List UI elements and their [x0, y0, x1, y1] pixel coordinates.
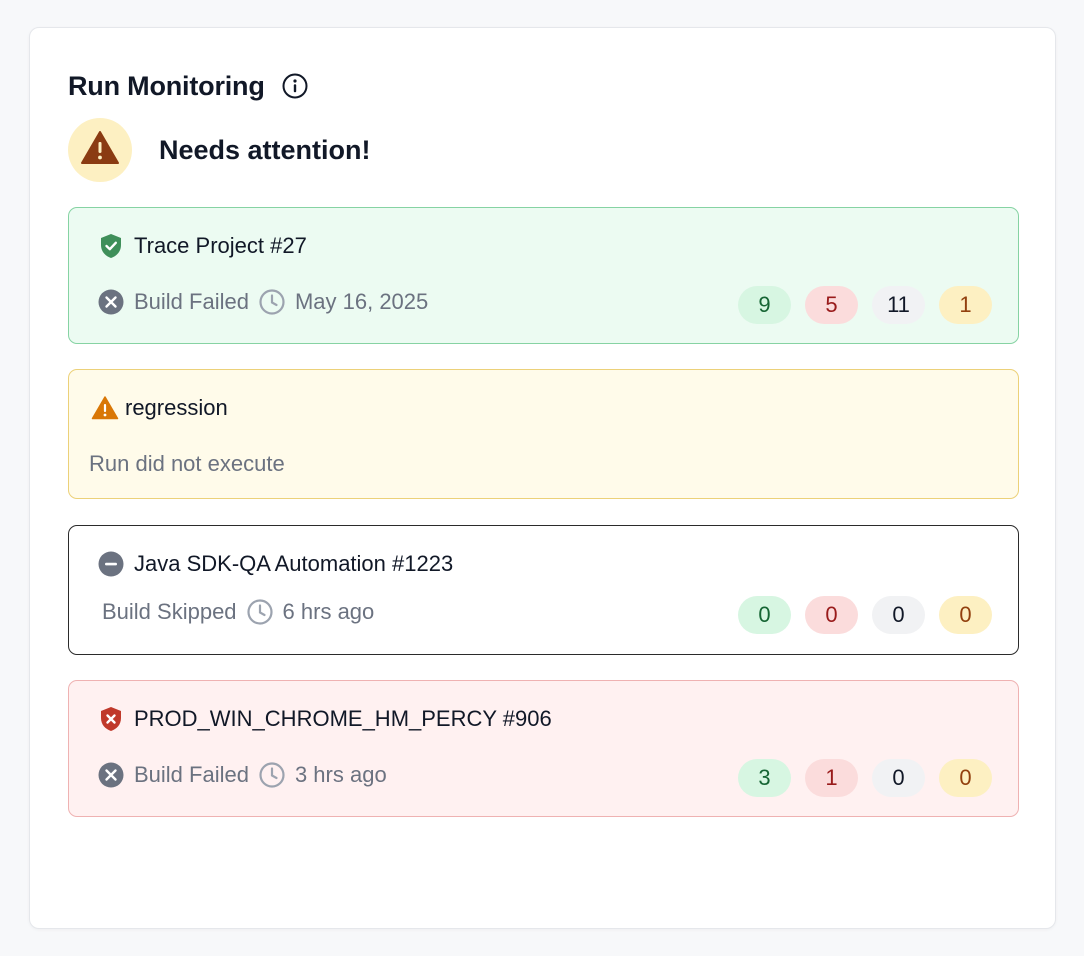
build-status: Build Skipped: [102, 599, 237, 624]
run-title[interactable]: PROD_WIN_CHROME_HM_PERCY #906: [134, 706, 552, 732]
run-meta: Build Skipped 6 hrs ago: [102, 597, 374, 627]
run-meta: Build Failed 3 hrs ago: [97, 760, 387, 790]
result-counts: 0 0 0 0: [738, 596, 992, 634]
run-time: 6 hrs ago: [282, 599, 375, 624]
clock-icon: [246, 598, 274, 626]
shield-x-icon: [97, 705, 125, 733]
passed-count: 3: [738, 759, 791, 797]
run-header: Trace Project #27: [97, 231, 307, 261]
run-header: PROD_WIN_CHROME_HM_PERCY #906: [97, 704, 552, 734]
skipped-count: 0: [872, 759, 925, 797]
info-icon[interactable]: [281, 72, 309, 100]
x-circle-icon: [97, 288, 125, 316]
run-title[interactable]: regression: [125, 395, 228, 421]
attention-banner: Needs attention!: [68, 118, 371, 182]
run-card[interactable]: regression Run did not execute: [68, 369, 1019, 499]
run-card[interactable]: Java SDK-QA Automation #1223 Build Skipp…: [68, 525, 1019, 655]
skipped-count: 11: [872, 286, 925, 324]
attention-text: Needs attention!: [159, 134, 371, 165]
run-time: 3 hrs ago: [294, 762, 387, 787]
run-title[interactable]: Java SDK-QA Automation #1223: [134, 551, 453, 577]
unknown-count: 0: [939, 759, 992, 797]
unknown-count: 0: [939, 596, 992, 634]
skipped-count: 0: [872, 596, 925, 634]
run-header: Java SDK-QA Automation #1223: [97, 549, 453, 579]
unknown-count: 1: [939, 286, 992, 324]
run-message: Run did not execute: [89, 449, 285, 479]
warning-badge: [68, 118, 132, 182]
result-counts: 3 1 0 0: [738, 759, 992, 797]
build-status: Build Failed: [134, 289, 249, 314]
failed-count: 0: [805, 596, 858, 634]
clock-icon: [258, 288, 286, 316]
clock-icon: [258, 761, 286, 789]
run-time: May 16, 2025: [294, 289, 429, 314]
card-title: Run Monitoring: [68, 70, 265, 101]
warning-icon: [80, 130, 120, 171]
shield-check-icon: [97, 232, 125, 260]
run-card[interactable]: PROD_WIN_CHROME_HM_PERCY #906 Build Fail…: [68, 680, 1019, 817]
run-header: regression: [91, 393, 228, 423]
passed-count: 0: [738, 596, 791, 634]
run-card[interactable]: Trace Project #27 Build Failed May 16, 2…: [68, 207, 1019, 344]
run-monitoring-card: Run Monitoring Needs attention! Trace Pr…: [29, 27, 1056, 929]
result-counts: 9 5 11 1: [738, 286, 992, 324]
failed-count: 1: [805, 759, 858, 797]
x-circle-icon: [97, 761, 125, 789]
warning-icon: [91, 394, 119, 422]
run-title[interactable]: Trace Project #27: [134, 233, 307, 259]
failed-count: 5: [805, 286, 858, 324]
run-message-text: Run did not execute: [89, 451, 285, 476]
card-header: Run Monitoring: [68, 70, 309, 102]
build-status: Build Failed: [134, 762, 249, 787]
run-meta: Build Failed May 16, 2025: [97, 287, 428, 317]
minus-circle-icon: [97, 550, 125, 578]
passed-count: 9: [738, 286, 791, 324]
